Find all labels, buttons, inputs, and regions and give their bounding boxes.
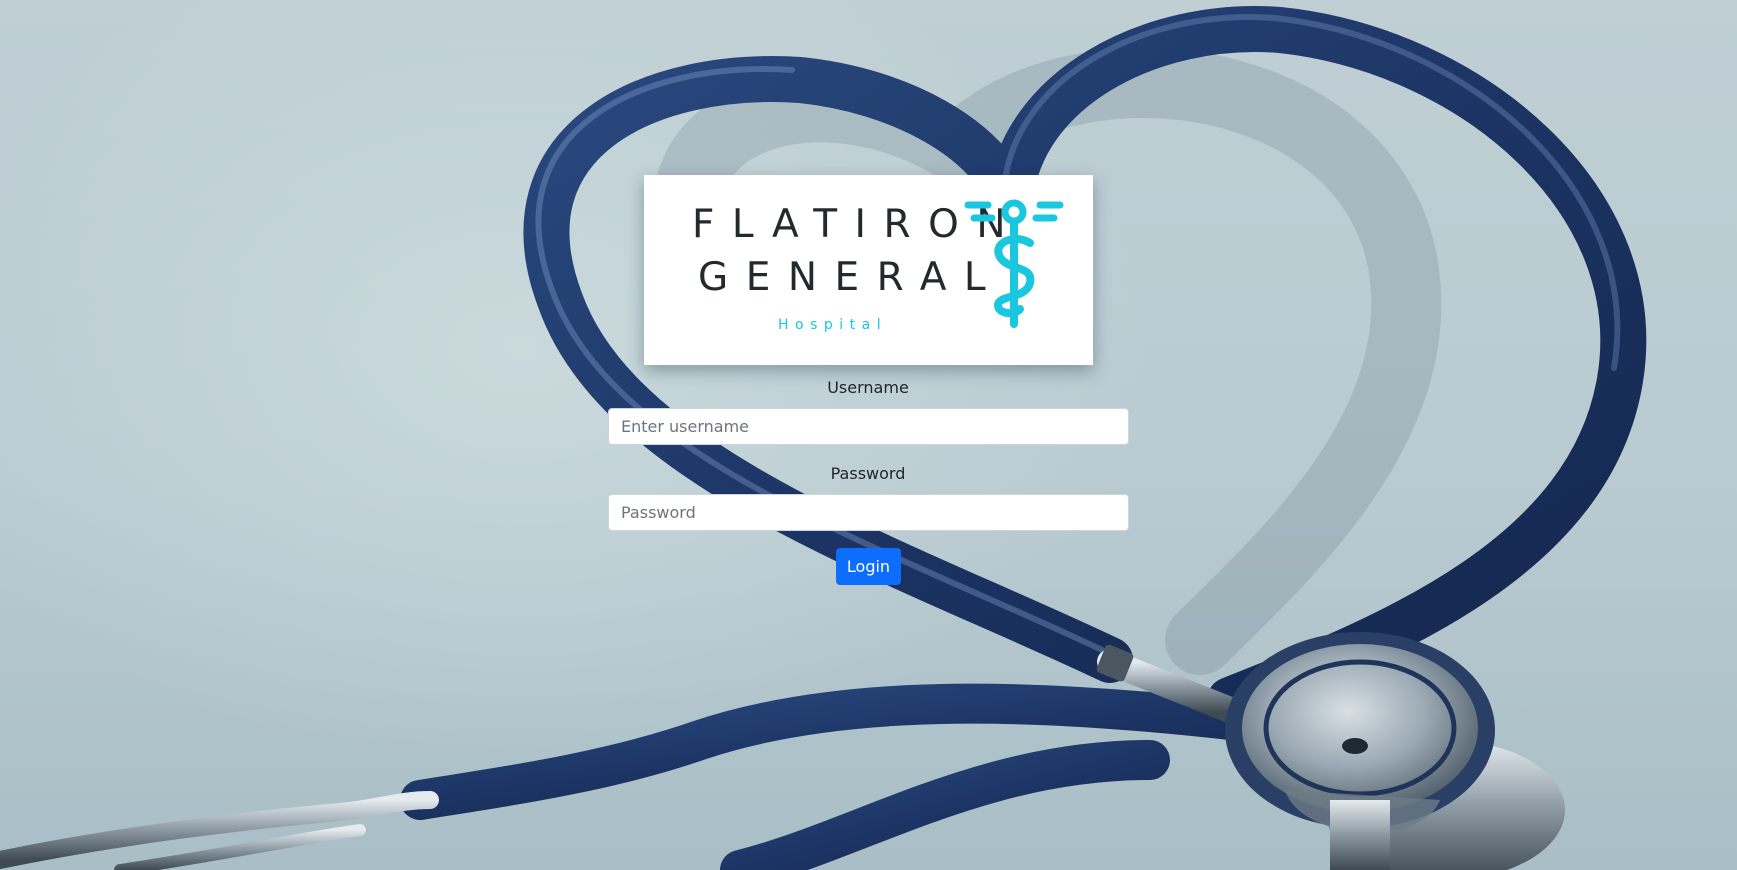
password-label: Password [830,464,906,483]
logo-text-line2: GENERAL [698,255,1004,300]
username-label: Username [827,378,909,397]
hospital-logo: FLATIRON GENERAL Hospital [644,175,1093,365]
caduceus-icon [964,199,1064,328]
login-button[interactable]: Login [836,548,901,585]
login-form: FLATIRON GENERAL Hospital Username Passw… [0,0,1737,870]
password-input[interactable] [608,494,1129,531]
logo-subtitle: Hospital [778,317,888,333]
username-input[interactable] [608,408,1129,445]
